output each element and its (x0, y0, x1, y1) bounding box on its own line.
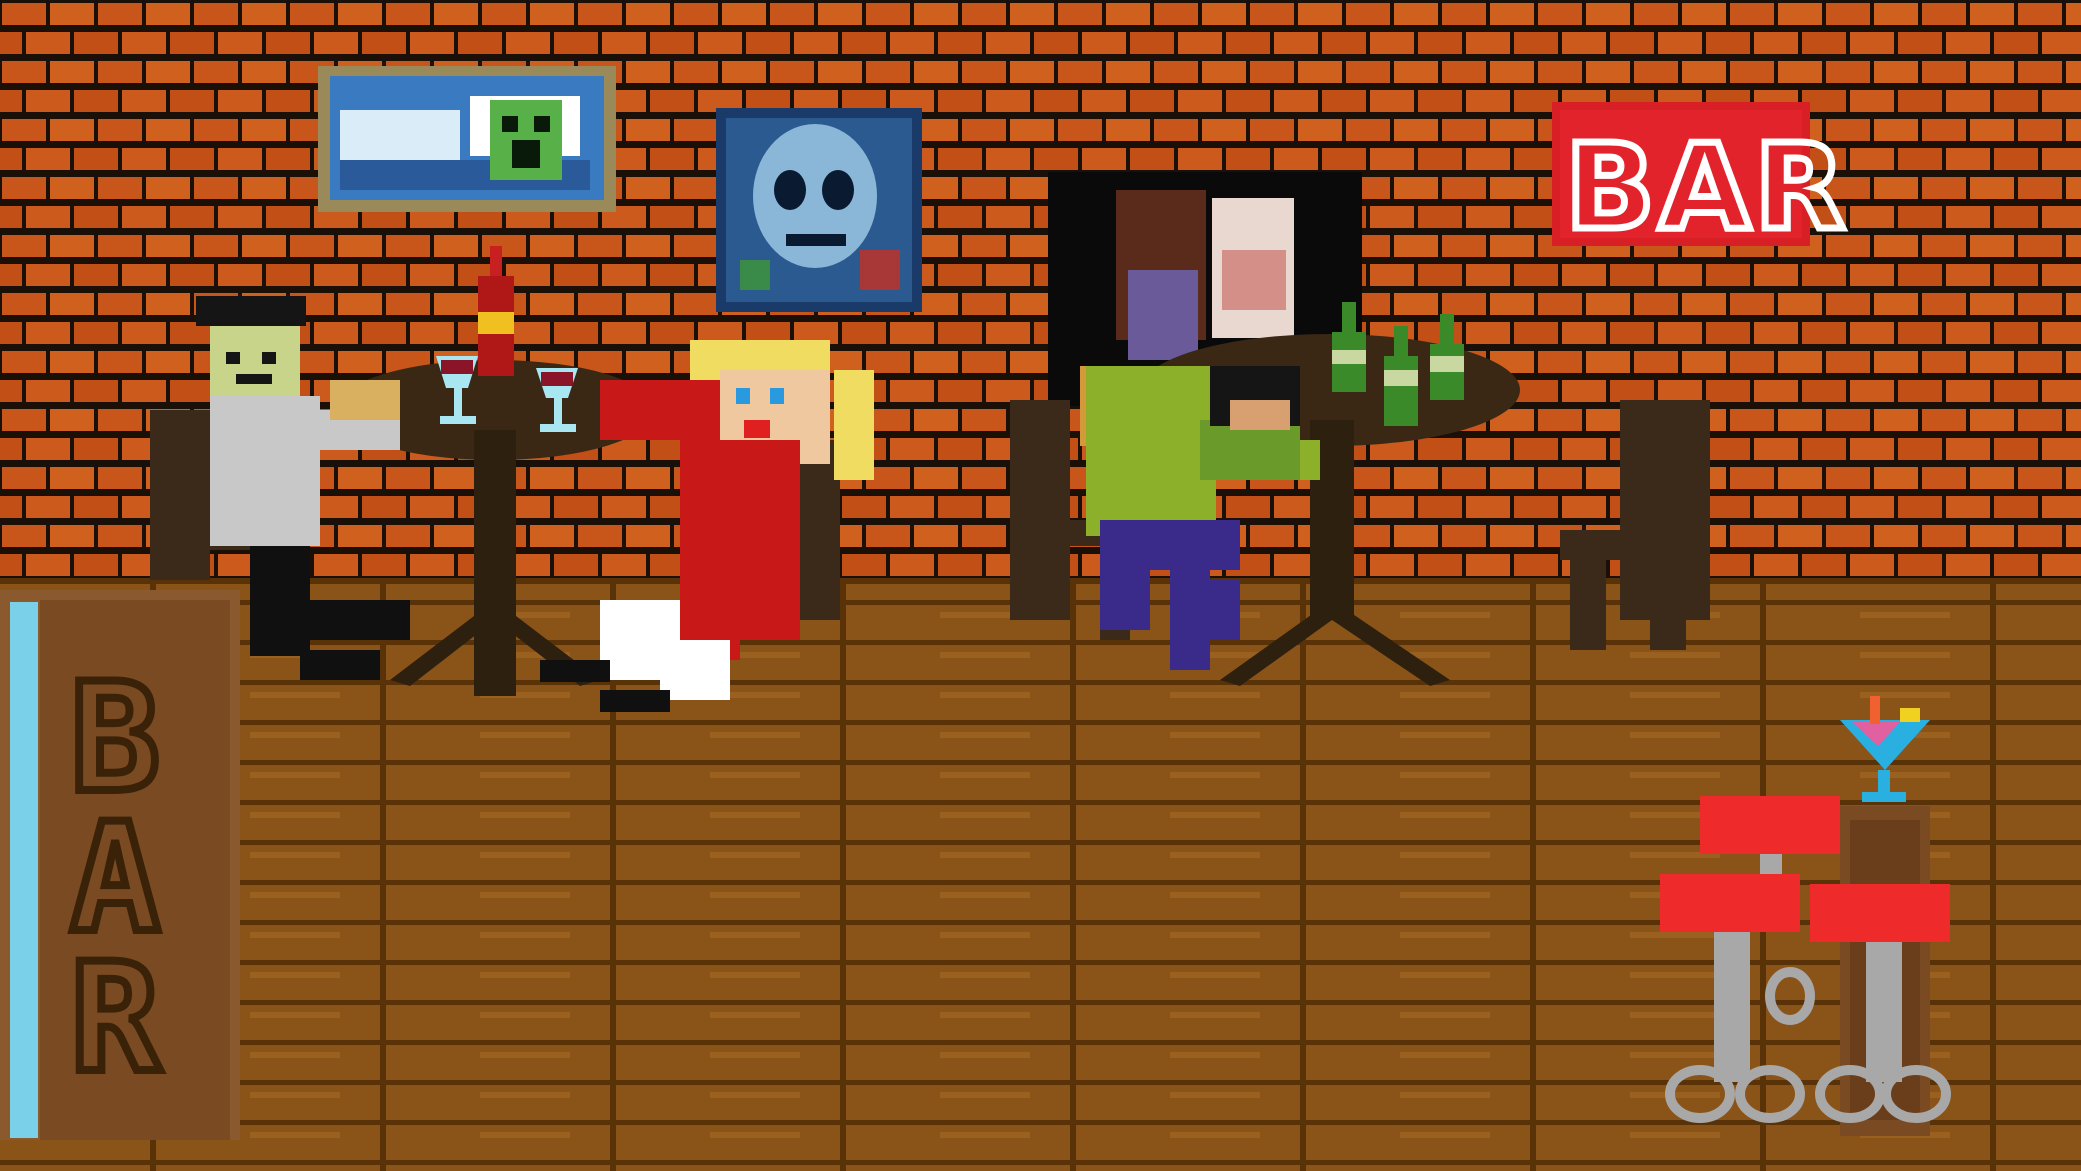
bar-counter-letter-r: R (70, 932, 161, 1106)
scene-canvas: BAR B A R (0, 0, 2081, 1171)
minecraft-painting-icon (318, 66, 616, 212)
skull-painting-icon (716, 108, 922, 312)
neon-sign-text: BAR (1565, 118, 1849, 256)
bar-counter: B A R (0, 590, 240, 1140)
neon-bar-sign-icon: BAR (1552, 102, 1849, 260)
bar-scene: BAR B A R (0, 0, 2081, 1171)
